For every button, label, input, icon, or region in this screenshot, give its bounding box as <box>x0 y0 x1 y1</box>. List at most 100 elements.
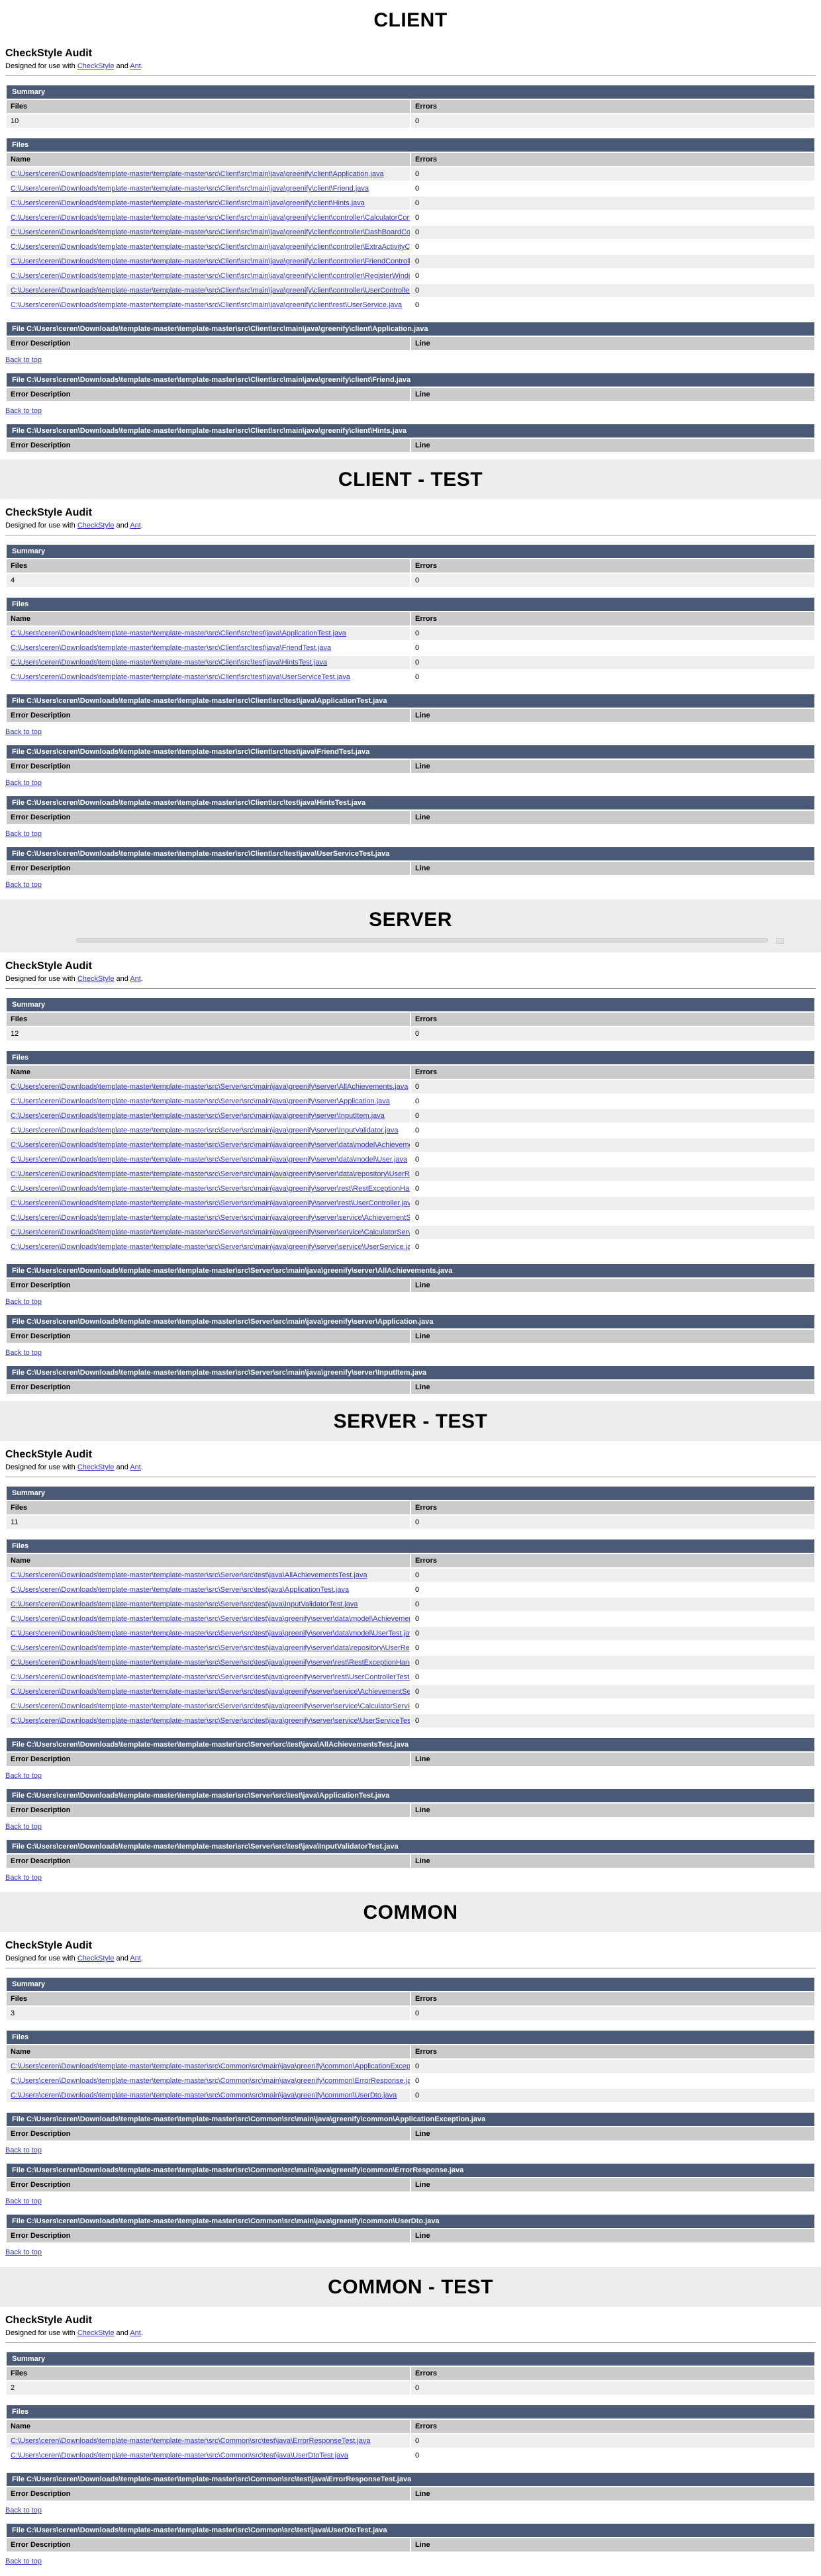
file-link[interactable]: C:\Users\ceren\Downloads\template-master… <box>11 1199 410 1207</box>
file-link[interactable]: C:\Users\ceren\Downloads\template-master… <box>11 659 327 667</box>
file-link[interactable]: C:\Users\ceren\Downloads\template-master… <box>11 2437 370 2445</box>
back-to-top-link[interactable]: Back to top <box>5 2507 42 2514</box>
checkstyle-link[interactable]: CheckStyle <box>77 1463 115 1471</box>
file-detail-table: File C:\Users\ceren\Downloads\template-m… <box>5 744 816 774</box>
report-title: CheckStyle Audit <box>5 1940 816 1952</box>
file-link[interactable]: C:\Users\ceren\Downloads\template-master… <box>11 1673 410 1681</box>
summary-table: SummaryFilesErrors20 <box>5 2351 816 2396</box>
checkstyle-link[interactable]: CheckStyle <box>77 62 115 70</box>
error-description-column-header: Error Description <box>7 2487 410 2501</box>
file-errors: 0 <box>411 299 814 312</box>
summary-table: SummaryFilesErrors40 <box>5 543 816 588</box>
back-to-top-link[interactable]: Back to top <box>5 1874 42 1882</box>
file-link[interactable]: C:\Users\ceren\Downloads\template-master… <box>11 1688 410 1696</box>
file-name-cell: C:\Users\ceren\Downloads\template-master… <box>7 167 410 181</box>
report-section: COMMON - TESTCheckStyle AuditDesigned fo… <box>0 2267 821 2576</box>
file-link[interactable]: C:\Users\ceren\Downloads\template-master… <box>11 1615 410 1623</box>
scrollbar-corner <box>776 938 784 944</box>
ant-link[interactable]: Ant <box>130 522 141 529</box>
file-link[interactable]: C:\Users\ceren\Downloads\template-master… <box>11 1156 407 1164</box>
file-errors: 0 <box>411 2089 814 2102</box>
files-count: 11 <box>7 1516 410 1529</box>
back-to-top-link[interactable]: Back to top <box>5 2197 42 2205</box>
file-link[interactable]: C:\Users\ceren\Downloads\template-master… <box>11 243 410 251</box>
back-to-top-link[interactable]: Back to top <box>5 779 42 787</box>
file-link[interactable]: C:\Users\ceren\Downloads\template-master… <box>11 1571 367 1579</box>
errors-count: 0 <box>411 1027 814 1040</box>
file-link[interactable]: C:\Users\ceren\Downloads\template-master… <box>11 1659 410 1667</box>
back-to-top-link[interactable]: Back to top <box>5 356 42 364</box>
back-to-top-link[interactable]: Back to top <box>5 881 42 889</box>
summary-header: Summary <box>7 1487 814 1500</box>
back-to-top-link[interactable]: Back to top <box>5 1349 42 1357</box>
back-to-top-link[interactable]: Back to top <box>5 830 42 838</box>
file-link[interactable]: C:\Users\ceren\Downloads\template-master… <box>11 301 402 309</box>
back-to-top-link[interactable]: Back to top <box>5 2248 42 2256</box>
file-link[interactable]: C:\Users\ceren\Downloads\template-master… <box>11 228 410 236</box>
file-link[interactable]: C:\Users\ceren\Downloads\template-master… <box>11 272 410 280</box>
file-link[interactable]: C:\Users\ceren\Downloads\template-master… <box>11 2452 348 2460</box>
subtitle-text: . <box>141 522 143 529</box>
file-row: C:\Users\ceren\Downloads\template-master… <box>7 1138 814 1152</box>
file-link[interactable]: C:\Users\ceren\Downloads\template-master… <box>11 1127 398 1134</box>
file-link[interactable]: C:\Users\ceren\Downloads\template-master… <box>11 170 384 178</box>
file-link[interactable]: C:\Users\ceren\Downloads\template-master… <box>11 2062 410 2070</box>
back-to-top-link[interactable]: Back to top <box>5 407 42 415</box>
file-link[interactable]: C:\Users\ceren\Downloads\template-master… <box>11 1228 410 1236</box>
error-description-column-header: Error Description <box>7 2178 410 2191</box>
file-link[interactable]: C:\Users\ceren\Downloads\template-master… <box>11 257 410 265</box>
ant-link[interactable]: Ant <box>130 62 141 70</box>
file-link[interactable]: C:\Users\ceren\Downloads\template-master… <box>11 1112 385 1120</box>
files-count: 4 <box>7 574 410 587</box>
file-detail-table: File C:\Users\ceren\Downloads\template-m… <box>5 846 816 876</box>
ant-link[interactable]: Ant <box>130 1463 141 1471</box>
checkstyle-link[interactable]: CheckStyle <box>77 975 115 983</box>
back-to-top-link[interactable]: Back to top <box>5 1823 42 1831</box>
file-link[interactable]: C:\Users\ceren\Downloads\template-master… <box>11 1586 349 1594</box>
file-link[interactable]: C:\Users\ceren\Downloads\template-master… <box>11 1083 408 1091</box>
file-link[interactable]: C:\Users\ceren\Downloads\template-master… <box>11 1702 410 1710</box>
file-link[interactable]: C:\Users\ceren\Downloads\template-master… <box>11 1185 410 1193</box>
subtitle-text: and <box>114 62 130 70</box>
file-link[interactable]: C:\Users\ceren\Downloads\template-master… <box>11 1243 410 1251</box>
ant-link[interactable]: Ant <box>130 1955 141 1962</box>
file-link[interactable]: C:\Users\ceren\Downloads\template-master… <box>11 287 410 295</box>
line-column-header: Line <box>411 1855 814 1868</box>
file-row: C:\Users\ceren\Downloads\template-master… <box>7 1627 814 1640</box>
checkstyle-link[interactable]: CheckStyle <box>77 2329 115 2337</box>
file-link[interactable]: C:\Users\ceren\Downloads\template-master… <box>11 214 410 222</box>
file-link[interactable]: C:\Users\ceren\Downloads\template-master… <box>11 1644 410 1652</box>
file-link[interactable]: C:\Users\ceren\Downloads\template-master… <box>11 644 331 652</box>
file-link[interactable]: C:\Users\ceren\Downloads\template-master… <box>11 185 369 193</box>
back-to-top-link[interactable]: Back to top <box>5 2146 42 2154</box>
file-link[interactable]: C:\Users\ceren\Downloads\template-master… <box>11 673 350 681</box>
file-link[interactable]: C:\Users\ceren\Downloads\template-master… <box>11 2077 410 2085</box>
back-to-top-link[interactable]: Back to top <box>5 728 42 736</box>
ant-link[interactable]: Ant <box>130 975 141 983</box>
file-link[interactable]: C:\Users\ceren\Downloads\template-master… <box>11 629 346 637</box>
file-detail-table: File C:\Users\ceren\Downloads\template-m… <box>5 1263 816 1293</box>
file-row: C:\Users\ceren\Downloads\template-master… <box>7 197 814 210</box>
report-section: SERVERCheckStyle AuditDesigned for use w… <box>0 899 821 1401</box>
file-link[interactable]: C:\Users\ceren\Downloads\template-master… <box>11 1214 410 1222</box>
back-to-top-link[interactable]: Back to top <box>5 1298 42 1306</box>
file-link[interactable]: C:\Users\ceren\Downloads\template-master… <box>11 1630 410 1637</box>
back-to-top-link[interactable]: Back to top <box>5 2557 42 2565</box>
horizontal-scrollbar-thumb[interactable] <box>76 938 768 943</box>
file-row: C:\Users\ceren\Downloads\template-master… <box>7 1124 814 1137</box>
checkstyle-link[interactable]: CheckStyle <box>77 1955 115 1962</box>
file-name-cell: C:\Users\ceren\Downloads\template-master… <box>7 299 410 312</box>
file-link[interactable]: C:\Users\ceren\Downloads\template-master… <box>11 2092 397 2099</box>
file-detail-table: File C:\Users\ceren\Downloads\template-m… <box>5 2522 816 2553</box>
back-to-top-link[interactable]: Back to top <box>5 1772 42 1780</box>
ant-link[interactable]: Ant <box>130 2329 141 2337</box>
file-name-cell: C:\Users\ceren\Downloads\template-master… <box>7 182 410 195</box>
checkstyle-link[interactable]: CheckStyle <box>77 522 115 529</box>
truncation-gap <box>5 1397 816 1399</box>
file-link[interactable]: C:\Users\ceren\Downloads\template-master… <box>11 1097 390 1105</box>
file-link[interactable]: C:\Users\ceren\Downloads\template-master… <box>11 1141 410 1149</box>
file-link[interactable]: C:\Users\ceren\Downloads\template-master… <box>11 1717 410 1725</box>
file-link[interactable]: C:\Users\ceren\Downloads\template-master… <box>11 1170 410 1178</box>
file-link[interactable]: C:\Users\ceren\Downloads\template-master… <box>11 1600 358 1608</box>
file-link[interactable]: C:\Users\ceren\Downloads\template-master… <box>11 199 365 207</box>
